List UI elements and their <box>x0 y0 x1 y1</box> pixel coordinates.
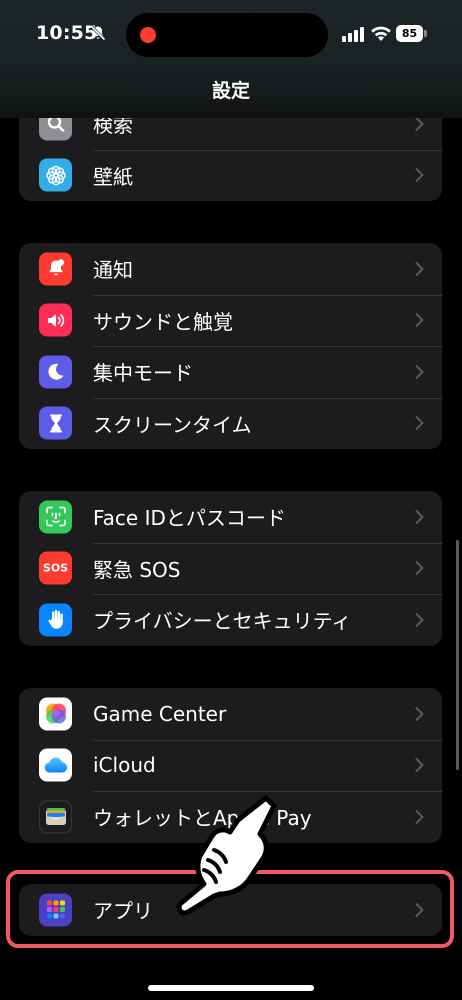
settings-row-game-center[interactable]: Game Center <box>19 688 442 740</box>
settings-row-label: Game Center <box>93 701 227 726</box>
top-bar: 10:55 85 設定 <box>0 0 462 118</box>
settings-row-label: スクリーンタイム <box>93 412 252 437</box>
home-indicator[interactable] <box>148 985 314 991</box>
wallpaper-flower-icon <box>39 158 72 192</box>
settings-row-sounds[interactable]: サウンドと触覚 <box>19 294 442 347</box>
settings-row-label: プライバシーとセキュリティ <box>93 609 352 634</box>
scrollbar[interactable] <box>456 540 459 770</box>
battery-cap <box>424 30 427 37</box>
moon-icon <box>39 355 72 389</box>
settings-row-notifications[interactable]: 通知 <box>19 243 442 295</box>
chevron-right-icon <box>415 809 424 824</box>
chevron-right-icon <box>415 612 424 627</box>
dynamic-island <box>126 13 328 57</box>
cloud-icon <box>39 748 72 782</box>
speaker-icon <box>39 303 72 337</box>
sos-icon-text: SOS <box>42 561 69 575</box>
settings-row-label: 集中モード <box>93 361 193 386</box>
chevron-right-icon <box>415 313 424 328</box>
settings-row-label: 緊急 SOS <box>93 557 181 582</box>
wifi-icon <box>371 26 391 41</box>
battery-indicator: 85 <box>396 25 423 42</box>
bell-silent-icon <box>90 25 106 41</box>
cellular-signal-icon <box>342 27 364 42</box>
settings-row-wallpaper[interactable]: 壁紙 <box>19 149 442 202</box>
settings-group-security: Face IDとパスコード SOS 緊急 SOS プライバシーとセキュリティ <box>19 491 442 646</box>
settings-row-label: 壁紙 <box>93 164 133 189</box>
settings-row-privacy[interactable]: プライバシーとセキュリティ <box>19 594 442 646</box>
chevron-right-icon <box>415 509 424 524</box>
chevron-right-icon <box>415 758 424 773</box>
wallet-icon <box>39 800 72 834</box>
chevron-right-icon <box>415 561 424 576</box>
bell-notification-icon <box>39 252 72 286</box>
settings-row-screen-time[interactable]: スクリーンタイム <box>19 397 442 450</box>
settings-row-face-id[interactable]: Face IDとパスコード <box>19 491 442 543</box>
chevron-right-icon <box>415 416 424 431</box>
settings-row-emergency-sos[interactable]: SOS 緊急 SOS <box>19 542 442 595</box>
settings-row-icloud[interactable]: iCloud <box>19 739 442 792</box>
recording-dot-icon <box>140 27 156 43</box>
settings-row-label: Face IDとパスコード <box>93 506 286 531</box>
hand-icon <box>39 603 72 637</box>
chevron-right-icon <box>415 364 424 379</box>
chevron-right-icon <box>415 116 424 131</box>
sos-icon: SOS <box>39 551 72 585</box>
hourglass-icon <box>39 406 72 440</box>
chevron-right-icon <box>415 706 424 721</box>
pointing-hand-icon <box>176 795 277 916</box>
page-title: 設定 <box>211 80 250 102</box>
settings-group-notifications: 通知 サウンドと触覚 集中モード スクリーンタイム <box>19 243 442 449</box>
settings-row-label: 通知 <box>93 258 133 283</box>
settings-row-label: サウンドと触覚 <box>93 309 233 334</box>
chevron-right-icon <box>415 168 424 183</box>
status-time: 10:55 <box>36 22 98 44</box>
settings-row-focus[interactable]: 集中モード <box>19 346 442 398</box>
game-center-icon <box>39 697 72 731</box>
face-id-icon <box>39 500 72 534</box>
chevron-right-icon <box>415 261 424 276</box>
settings-row-label: iCloud <box>93 753 156 778</box>
